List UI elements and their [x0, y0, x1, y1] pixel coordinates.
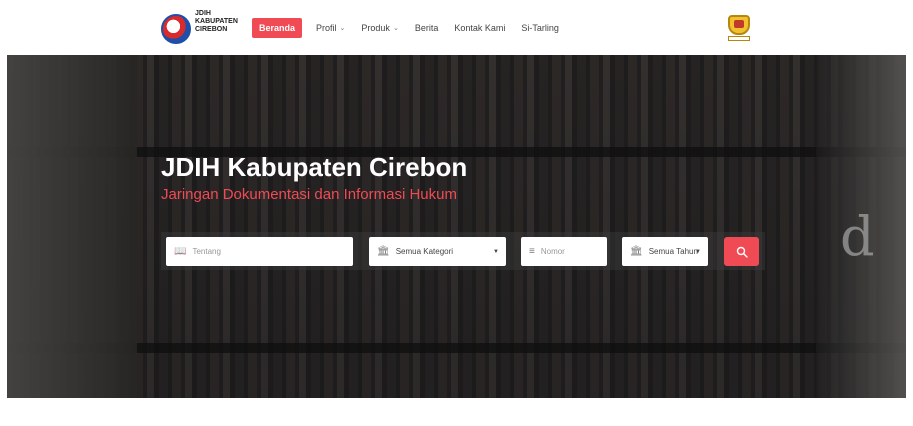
- emblem-ribbon: [728, 36, 750, 41]
- nav-item-label: Profil: [316, 23, 337, 33]
- book-icon: 📖: [174, 246, 187, 257]
- nav-item-label: Kontak Kami: [454, 23, 506, 33]
- brand-line-3: CIREBON: [195, 26, 228, 33]
- hero-banner: d: [7, 55, 906, 398]
- kategori-value: Semua Kategori: [395, 247, 454, 256]
- nav-item-label: Si-Tarling: [521, 23, 559, 33]
- cirebon-emblem: [728, 15, 750, 43]
- nav-item-label: Produk: [361, 23, 390, 33]
- list-icon: ≡: [529, 246, 535, 257]
- caret-down-icon: ▼: [493, 248, 499, 255]
- hero-title: JDIH Kabupaten Cirebon: [161, 152, 468, 182]
- nav-item-kontak-kami[interactable]: Kontak Kami: [454, 23, 505, 33]
- nomor-placeholder: Nomor: [540, 247, 565, 256]
- brand-line-1: JDIH: [195, 10, 211, 17]
- kategori-select[interactable]: 🏛 Semua Kategori ▼: [369, 237, 506, 266]
- building-icon: 🏛: [630, 246, 643, 257]
- hero-subtitle: Jaringan Dokumentasi dan Informasi Hukum: [161, 186, 457, 203]
- search-icon: [736, 246, 748, 258]
- search-button[interactable]: [724, 237, 759, 266]
- brand-line-2: KABUPATEN: [195, 18, 238, 25]
- jdih-logo[interactable]: [161, 14, 191, 44]
- nav-item-produk[interactable]: Produk ⌄: [361, 23, 398, 33]
- nav-item-beranda[interactable]: Beranda: [252, 18, 303, 38]
- search-bar: 📖 Tentang 🏛 Semua Kategori ▼ ≡ Nomor 🏛 S…: [161, 232, 765, 270]
- caret-down-icon: ▼: [695, 248, 701, 255]
- tentang-input[interactable]: 📖 Tentang: [166, 237, 353, 266]
- brand-text[interactable]: JDIH KABUPATEN CIREBON: [195, 10, 238, 34]
- nomor-input[interactable]: ≡ Nomor: [521, 237, 607, 266]
- main-nav: Beranda Profil ⌄ Produk ⌄ Berita Kontak …: [252, 18, 575, 38]
- tentang-placeholder: Tentang: [192, 247, 221, 256]
- decorative-letter: d: [840, 205, 875, 268]
- nav-item-berita[interactable]: Berita: [415, 23, 439, 33]
- chevron-down-icon: ⌄: [392, 25, 399, 32]
- bookshelf-divider: [7, 343, 906, 353]
- hero-left-shade: [7, 55, 137, 398]
- nav-item-si-tarling[interactable]: Si-Tarling: [521, 23, 559, 33]
- nav-item-profil[interactable]: Profil ⌄: [316, 23, 345, 33]
- nav-item-label: Berita: [414, 23, 439, 33]
- building-icon: 🏛: [377, 246, 390, 257]
- top-header: JDIH KABUPATEN CIREBON Beranda Profil ⌄ …: [0, 0, 913, 55]
- nav-item-label: Beranda: [259, 23, 296, 33]
- tahun-select[interactable]: 🏛 Semua Tahun ▼: [622, 237, 708, 266]
- chevron-down-icon: ⌄: [339, 25, 346, 32]
- tahun-value: Semua Tahun: [648, 247, 698, 256]
- emblem-center: [734, 20, 744, 28]
